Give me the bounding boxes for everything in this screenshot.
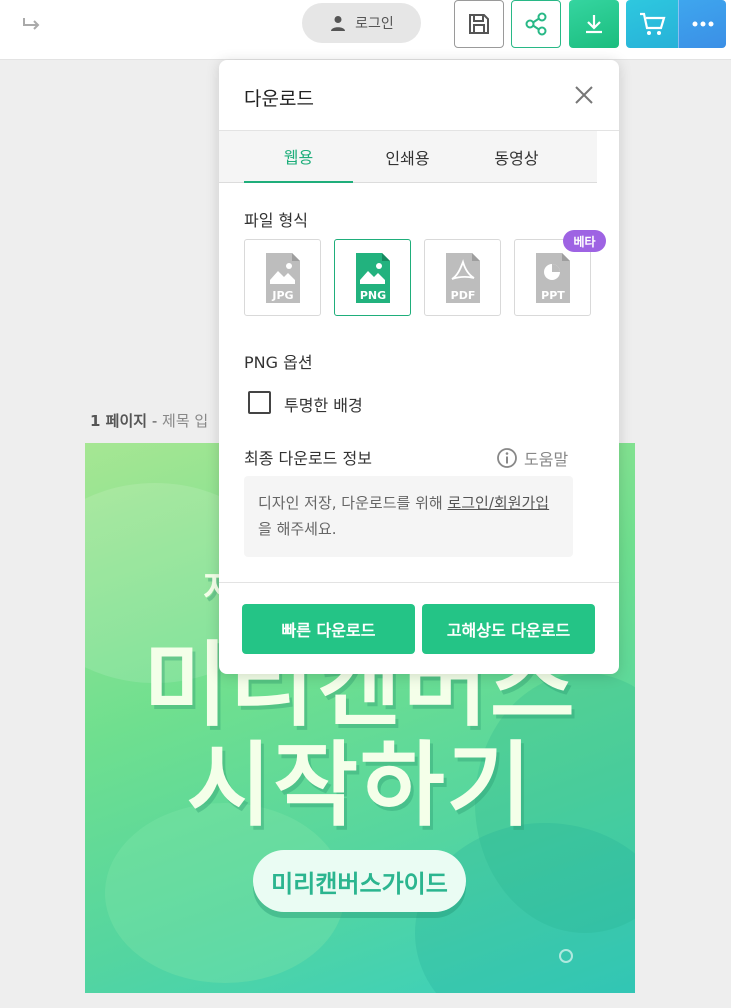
login-button[interactable]: 로그인: [302, 3, 421, 43]
more-button[interactable]: [678, 0, 726, 48]
pdf-format-label: PDF: [450, 289, 475, 302]
final-info-label: 최종 다운로드 정보: [244, 449, 372, 468]
cart-button[interactable]: [626, 0, 678, 48]
format-png[interactable]: PNG: [334, 239, 411, 316]
ppt-format-label: PPT: [541, 289, 565, 302]
decor-ring: [559, 949, 573, 963]
tab-print[interactable]: 인쇄용: [353, 131, 462, 183]
more-icon: [692, 21, 713, 27]
login-signup-link[interactable]: 로그인/회원가입: [447, 494, 549, 512]
guide-pill: 미리캔버스가이드: [253, 850, 466, 912]
png-options-label: PNG 옵션: [244, 353, 313, 372]
png-format-label: PNG: [359, 289, 385, 302]
dialog-title: 다운로드: [244, 88, 314, 110]
jpg-file-icon: JPG: [265, 252, 300, 303]
save-icon: [469, 14, 489, 34]
download-tabs: 웹용 인쇄용 동영상: [219, 131, 597, 183]
top-toolbar: 로그인: [0, 0, 731, 60]
page-label: 1 페이지 - 제목 입: [90, 410, 208, 431]
info-icon: [497, 448, 517, 468]
cart-icon: [640, 12, 666, 35]
close-icon[interactable]: [571, 82, 597, 108]
download-icon: [586, 15, 602, 34]
ppt-file-icon: PPT: [535, 252, 570, 303]
hq-download-button[interactable]: 고해상도 다운로드: [422, 604, 595, 654]
login-label: 로그인: [355, 16, 394, 32]
page-number: 1 페이지: [90, 412, 148, 430]
transparent-bg-checkbox[interactable]: [248, 391, 271, 414]
download-button[interactable]: [569, 0, 619, 48]
beta-badge: 베타: [563, 230, 606, 252]
png-file-icon: PNG: [355, 252, 390, 303]
transparent-bg-label[interactable]: 투명한 배경: [284, 392, 363, 416]
share-button[interactable]: [511, 0, 561, 48]
format-pdf[interactable]: PDF: [424, 239, 501, 316]
page-title-input[interactable]: 제목 입: [162, 412, 208, 430]
info-text-after: 을 해주세요.: [258, 520, 337, 538]
user-icon: [331, 16, 346, 31]
redo-icon[interactable]: [20, 12, 44, 36]
file-format-label: 파일 형식: [244, 211, 308, 230]
format-jpg[interactable]: JPG: [244, 239, 321, 316]
tab-web[interactable]: 웹용: [244, 131, 353, 183]
help-link[interactable]: 도움말: [496, 446, 568, 470]
info-text-before: 디자인 저장, 다운로드를 위해: [258, 494, 448, 512]
info-box: 디자인 저장, 다운로드를 위해 로그인/회원가입을 해주세요.: [244, 476, 573, 557]
tab-video[interactable]: 동영상: [462, 131, 571, 183]
download-dialog: 다운로드 웹용 인쇄용 동영상 파일 형식 JPG PNG PDF PPT 베타…: [219, 60, 619, 674]
quick-download-button[interactable]: 빠른 다운로드: [242, 604, 415, 654]
jpg-format-label: JPG: [271, 289, 293, 302]
divider: [219, 582, 619, 583]
save-button[interactable]: [454, 0, 504, 48]
help-label: 도움말: [524, 450, 569, 469]
page-label-sep: -: [147, 412, 163, 430]
pdf-file-icon: PDF: [445, 252, 480, 303]
headline-line2: 시작하기: [186, 732, 534, 839]
share-icon: [525, 12, 547, 36]
